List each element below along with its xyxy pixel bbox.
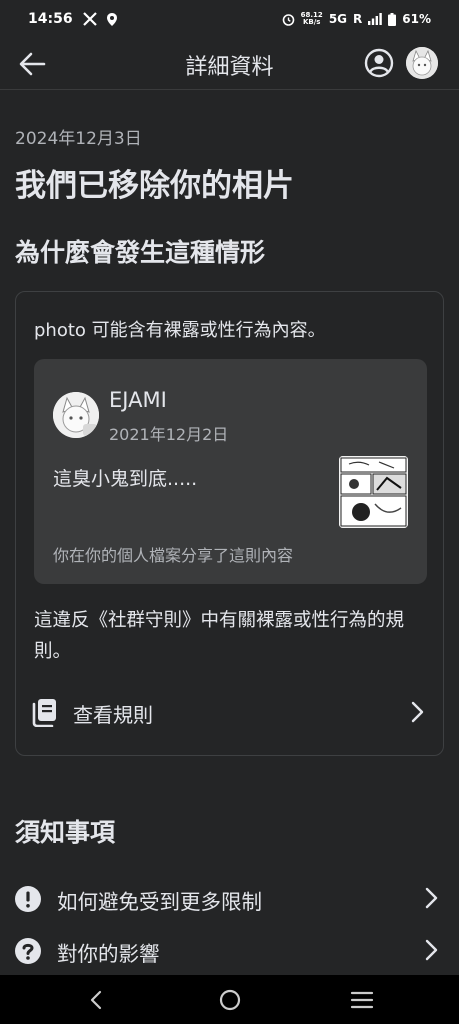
- removed-post-preview[interactable]: EJAMI 2021年12月2日 這臭小鬼到底..... 你在你的個人檔案分享了…: [34, 359, 427, 584]
- post-author-avatar: [53, 392, 99, 438]
- avatar-illustration: [406, 47, 438, 79]
- manga-thumbnail-illustration: [339, 456, 408, 528]
- notice-heading: 須知事項: [15, 818, 116, 847]
- location-icon: [106, 12, 117, 26]
- avatar-illustration: [53, 392, 99, 438]
- notice-item-label: 如何避免受到更多限制: [57, 890, 262, 914]
- roaming-indicator: R: [353, 12, 363, 26]
- alarm-icon: [282, 13, 294, 26]
- removal-date: 2024年12月3日: [15, 129, 142, 149]
- account-circle-icon[interactable]: [364, 48, 394, 78]
- battery-icon: [388, 12, 397, 26]
- violation-explanation: 這違反《社群守則》中有關裸露或性行為的規則。: [34, 610, 405, 662]
- chevron-right-icon: [425, 887, 438, 909]
- removal-reason: photo 可能含有裸露或性行為內容。: [34, 320, 326, 341]
- nav-recents-icon[interactable]: [349, 987, 375, 1013]
- chevron-right-icon: [411, 701, 424, 723]
- top-app-bar: 詳細資料: [0, 38, 459, 90]
- status-time: 14:56: [28, 11, 73, 27]
- question-circle-icon: [15, 938, 41, 964]
- net-speed-unit: KB/s: [302, 18, 321, 26]
- signal-icon: [368, 13, 383, 25]
- battery-level: 61%: [402, 12, 431, 26]
- post-author-name: EJAMI: [109, 388, 167, 412]
- notice-item-avoid-restrictions[interactable]: 如何避免受到更多限制: [0, 874, 459, 924]
- post-share-note: 你在你的個人檔案分享了這則內容: [53, 546, 294, 565]
- why-heading: 為什麼會發生這種情形: [15, 238, 266, 267]
- net-speed: 68.12 KB/s: [301, 12, 323, 26]
- back-arrow-icon[interactable]: [18, 50, 46, 78]
- exclamation-circle-icon: [15, 886, 41, 912]
- post-text: 這臭小鬼到底.....: [53, 468, 198, 490]
- nav-back-icon[interactable]: [84, 987, 110, 1013]
- book-icon: [32, 699, 56, 727]
- view-rules-label: 查看規則: [73, 703, 153, 727]
- view-rules-link[interactable]: 查看規則: [16, 687, 443, 741]
- network-type: 5G: [328, 12, 348, 26]
- notice-item-impact[interactable]: 對你的影響: [0, 926, 459, 976]
- profile-avatar[interactable]: [406, 47, 438, 79]
- post-date: 2021年12月2日: [109, 425, 229, 444]
- status-bar: 14:56 68.12 KB/s 5G R 61%: [0, 0, 459, 38]
- chevron-right-icon: [425, 939, 438, 961]
- status-right: 68.12 KB/s 5G R 61%: [282, 12, 431, 26]
- removal-details-card: photo 可能含有裸露或性行為內容。 EJAMI 2021年12月2日 這臭小…: [15, 291, 444, 756]
- post-thumbnail: [339, 456, 408, 528]
- x-logo-icon: [82, 12, 97, 26]
- status-left: 14:56: [28, 11, 117, 27]
- nav-home-icon[interactable]: [217, 987, 243, 1013]
- notice-item-label: 對你的影響: [57, 942, 160, 966]
- system-navigation-bar: [0, 975, 459, 1024]
- page-title: 我們已移除你的相片: [15, 168, 294, 204]
